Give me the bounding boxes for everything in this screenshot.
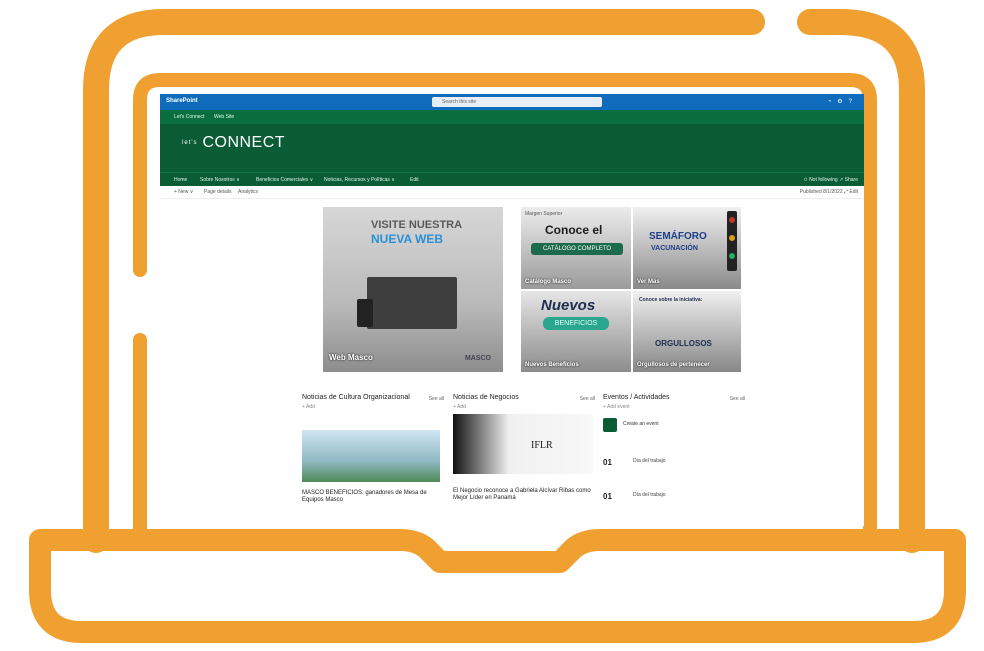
hub-item-web-site[interactable]: Web Site — [214, 114, 234, 120]
published-info[interactable]: Published 8/1/2022 ⤢ Edit — [800, 189, 858, 195]
culture-news-headline[interactable]: MASCO BENEFICIOS: ganadores de Mesa de E… — [302, 490, 442, 504]
nav-item-sobre-nosotros[interactable]: Sobre Nosotros ∨ — [200, 177, 240, 183]
hub-navigation: Let's Connect Web Site — [160, 110, 864, 124]
semaforo-sub: VACUNACIÓN — [651, 245, 698, 252]
event-date-2: 01 — [603, 492, 612, 501]
orgullosos-caption: Orgullosos de pertenecer — [637, 362, 710, 368]
create-event-label: Create an event — [623, 421, 659, 427]
events-see-all-link[interactable]: See all — [730, 396, 745, 402]
app-name[interactable]: SharePoint — [166, 98, 198, 104]
events-title: Eventos / Actividades — [603, 394, 670, 401]
suite-icons[interactable]: ◔⚙? — [828, 98, 858, 105]
gear-icon[interactable]: ⚙ — [837, 99, 848, 105]
iflr-logo: IFLR — [531, 440, 553, 451]
semaforo-headline: SEMÁFORO — [649, 231, 707, 242]
hero-tile-beneficios[interactable]: Nuevos BENEFICIOS Nuevos Beneficios — [521, 291, 631, 372]
hero-caption: Web Masco — [329, 353, 373, 362]
site-title[interactable]: let's CONNECT — [182, 134, 285, 152]
business-news-section: Noticias de Negocios See all + Add IFLR … — [453, 394, 599, 501]
orgullosos-sub: ORGULLOSOS — [655, 339, 712, 348]
catalog-pill: CATÁLOGO COMPLETO — [531, 243, 623, 255]
traffic-light-icon — [727, 211, 737, 271]
hub-item-lets-connect[interactable]: Let's Connect — [174, 114, 204, 120]
beneficios-pill: BENEFICIOS — [543, 317, 609, 330]
site-title-name: CONNECT — [202, 134, 286, 151]
search-input[interactable]: Search this site — [432, 97, 602, 107]
laptop-base — [29, 529, 966, 643]
culture-news-title: Noticias de Cultura Organizacional — [302, 394, 410, 401]
beneficios-headline: Nuevos — [541, 297, 596, 314]
nav-item-noticias[interactable]: Noticias, Recursos y Políticas ∨ — [324, 177, 395, 183]
new-button[interactable]: + New ∨ — [174, 189, 193, 195]
events-add[interactable]: + Add event — [603, 404, 749, 410]
hero-headline-1: VISITE NUESTRA — [371, 219, 463, 231]
create-event-card[interactable]: Create an event — [603, 418, 743, 448]
semaforo-caption: Ver Más — [637, 279, 660, 285]
catalog-caption: Catálogo Masco — [525, 279, 572, 285]
event-date-1: 01 — [603, 458, 612, 467]
top-navigation: Home Sobre Nosotros ∨ Beneficios Comerci… — [160, 172, 864, 187]
screen-content: SharePoint Search this site ◔⚙? Let's Co… — [160, 94, 864, 526]
events-section: Eventos / Actividades See all + Add even… — [603, 394, 749, 501]
event-item-1[interactable]: Día del trabajo — [633, 458, 666, 464]
hero-headline-2: NUEVA WEB — [371, 232, 443, 246]
hero-tile-catalogo[interactable]: Margen Superior Conoce el CATÁLOGO COMPL… — [521, 207, 631, 289]
brand-logo: MASCO — [464, 355, 491, 362]
business-see-all-link[interactable]: See all — [580, 396, 595, 402]
hero-tile-semaforo[interactable]: SEMÁFORO VACUNACIÓN Ver Más — [633, 207, 741, 289]
nav-item-edit[interactable]: Edit — [410, 177, 419, 183]
culture-news-section: Noticias de Cultura Organizacional See a… — [302, 394, 448, 503]
bell-icon[interactable]: ◔ — [828, 99, 838, 105]
hero-tile-orgullosos[interactable]: Conoce sobre la iniciativa: ORGULLOSOS O… — [633, 291, 741, 372]
nav-item-beneficios[interactable]: Beneficios Comerciales ∨ — [256, 177, 313, 183]
page-details-button[interactable]: Page details — [204, 189, 232, 195]
beneficios-caption: Nuevos Beneficios — [525, 362, 579, 368]
event-item-2[interactable]: Día del trabajo — [633, 492, 666, 498]
business-news-headline[interactable]: El Negocio reconoce a Gabriela Alcívar R… — [453, 488, 593, 502]
business-news-title: Noticias de Negocios — [453, 394, 519, 401]
business-news-image[interactable]: IFLR — [453, 414, 593, 474]
calendar-icon — [603, 418, 617, 432]
culture-see-all-link[interactable]: See all — [429, 396, 444, 402]
site-title-prefix: let's — [182, 139, 198, 146]
suite-bar: SharePoint Search this site ◔⚙? — [160, 94, 864, 110]
catalog-headline: Conoce el — [545, 223, 603, 237]
culture-add[interactable]: + Add — [302, 404, 448, 410]
business-add[interactable]: + Add — [453, 404, 599, 410]
catalog-badge: Margen Superior — [525, 211, 563, 217]
command-bar: + New ∨ Page details Analytics Published… — [160, 186, 864, 199]
orgullosos-headline: Conoce sobre la iniciativa: — [639, 297, 703, 303]
follow-share[interactable]: ✩ Not following ↗ Share — [803, 177, 858, 183]
analytics-button[interactable]: Analytics — [238, 189, 258, 195]
hero-tile-web-masco[interactable]: VISITE NUESTRA NUEVA WEB Web Masco MASCO — [323, 207, 503, 372]
site-header: let's CONNECT — [160, 124, 864, 172]
culture-news-image[interactable] — [302, 430, 440, 482]
help-icon[interactable]: ? — [849, 99, 858, 105]
devices-image — [367, 277, 457, 329]
nav-item-home[interactable]: Home — [174, 177, 187, 183]
phone-image — [357, 299, 373, 327]
